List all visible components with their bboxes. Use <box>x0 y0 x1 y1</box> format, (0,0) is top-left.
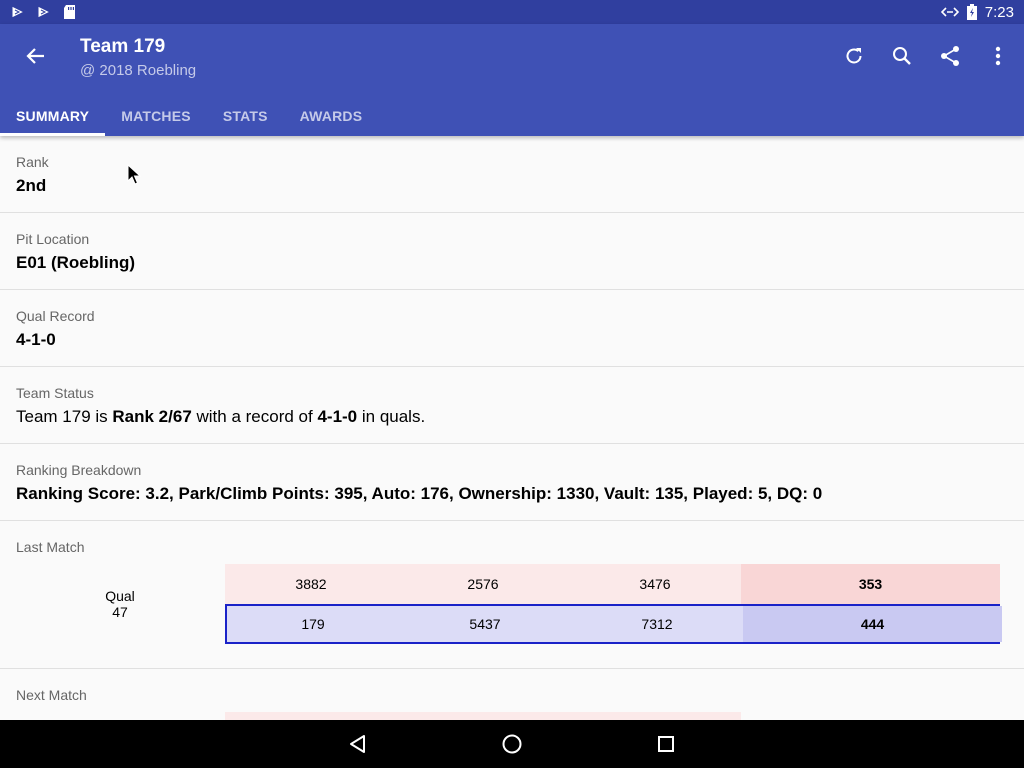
match-type: Qual <box>105 588 135 604</box>
rank-value: 2nd <box>16 176 47 195</box>
pit-location-value: E01 (Roebling) <box>16 253 136 272</box>
battery-charging-icon <box>966 4 977 20</box>
ranking-breakdown-label: Ranking Breakdown <box>16 462 142 478</box>
nav-back-icon <box>350 735 365 753</box>
refresh-button[interactable] <box>842 42 866 70</box>
search-button[interactable] <box>890 42 914 70</box>
ranking-breakdown-row: Ranking Breakdown Ranking Score: 3.2, Pa… <box>0 444 1024 521</box>
play-store-notification-icon <box>37 5 52 19</box>
tab-summary[interactable]: SUMMARY <box>0 96 106 136</box>
search-icon <box>893 47 911 65</box>
page-title: Team 179 <box>80 36 166 57</box>
red-team-3[interactable]: 3476 <box>569 564 741 604</box>
arrow-back-icon <box>26 48 44 64</box>
next-match-red-alliance[interactable] <box>225 712 741 720</box>
refresh-icon <box>846 48 862 64</box>
more-vert-icon <box>995 46 1001 66</box>
nav-recents-button[interactable] <box>654 732 678 756</box>
team-status-text: with a record of <box>191 407 318 426</box>
last-match-label: Last Match <box>16 539 85 555</box>
tab-awards[interactable]: AWARDS <box>284 96 379 136</box>
team-status-rank: Rank 2/67 <box>112 407 192 426</box>
rank-label: Rank <box>16 154 49 170</box>
next-match-label: Next Match <box>16 687 87 703</box>
red-score: 353 <box>741 564 1000 604</box>
play-store-notification-icon <box>11 5 26 19</box>
blue-team-3[interactable]: 7312 <box>571 606 743 642</box>
ranking-breakdown-value: Ranking Score: 3.2, Park/Climb Points: 3… <box>16 484 823 503</box>
status-time: 7:23 <box>984 3 1014 21</box>
qual-record-value: 4-1-0 <box>16 330 56 349</box>
team-status-value: Team 179 is Rank 2/67 with a record of 4… <box>16 407 1008 427</box>
sd-card-icon <box>64 5 75 19</box>
tab-stats[interactable]: STATS <box>207 96 284 136</box>
nav-home-button[interactable] <box>500 732 524 756</box>
nav-back-button[interactable] <box>346 732 370 756</box>
team-status-label: Team Status <box>16 385 94 401</box>
next-match-section: Next Match <box>0 669 1024 720</box>
share-icon <box>941 46 959 66</box>
blue-score: 444 <box>743 606 1002 642</box>
blue-alliance-row[interactable]: 179 5437 7312 444 <box>225 604 1002 644</box>
status-bar: 7:23 <box>0 0 1024 24</box>
blue-team-1[interactable]: 179 <box>227 606 399 642</box>
pit-location-row[interactable]: Pit Location E01 (Roebling) <box>0 213 1024 290</box>
team-status-record: 4-1-0 <box>317 407 358 426</box>
rank-row: Rank 2nd <box>0 136 1024 213</box>
qual-record-label: Qual Record <box>16 308 95 324</box>
tab-bar: SUMMARY MATCHES STATS AWARDS <box>0 96 378 136</box>
mouse-cursor-icon <box>127 164 141 185</box>
red-alliance-row[interactable]: 3882 2576 3476 353 <box>225 564 1000 604</box>
nav-recents-icon <box>658 736 674 752</box>
team-status-text: Team 179 is <box>16 407 113 426</box>
page-subtitle: @ 2018 Roebling <box>80 62 197 79</box>
nav-home-icon <box>502 734 522 754</box>
red-team-2[interactable]: 2576 <box>397 564 569 604</box>
blue-team-2[interactable]: 5437 <box>399 606 571 642</box>
overflow-menu-button[interactable] <box>986 42 1010 70</box>
app-bar: Team 179 @ 2018 Roebling SUMMARY MATCHES… <box>0 24 1024 136</box>
team-status-text: in quals. <box>357 407 426 426</box>
pit-location-label: Pit Location <box>16 231 90 247</box>
red-team-1[interactable]: 3882 <box>225 564 397 604</box>
share-button[interactable] <box>938 42 962 70</box>
team-status-row: Team Status Team 179 is Rank 2/67 with a… <box>0 367 1024 444</box>
qual-record-row: Qual Record 4-1-0 <box>0 290 1024 367</box>
tab-matches[interactable]: MATCHES <box>105 96 207 136</box>
system-nav-bar <box>0 720 1024 768</box>
back-button[interactable] <box>20 44 52 68</box>
last-match-title[interactable]: Qual 47 <box>96 588 144 620</box>
network-data-icon <box>940 7 959 17</box>
match-number: 47 <box>112 604 128 620</box>
